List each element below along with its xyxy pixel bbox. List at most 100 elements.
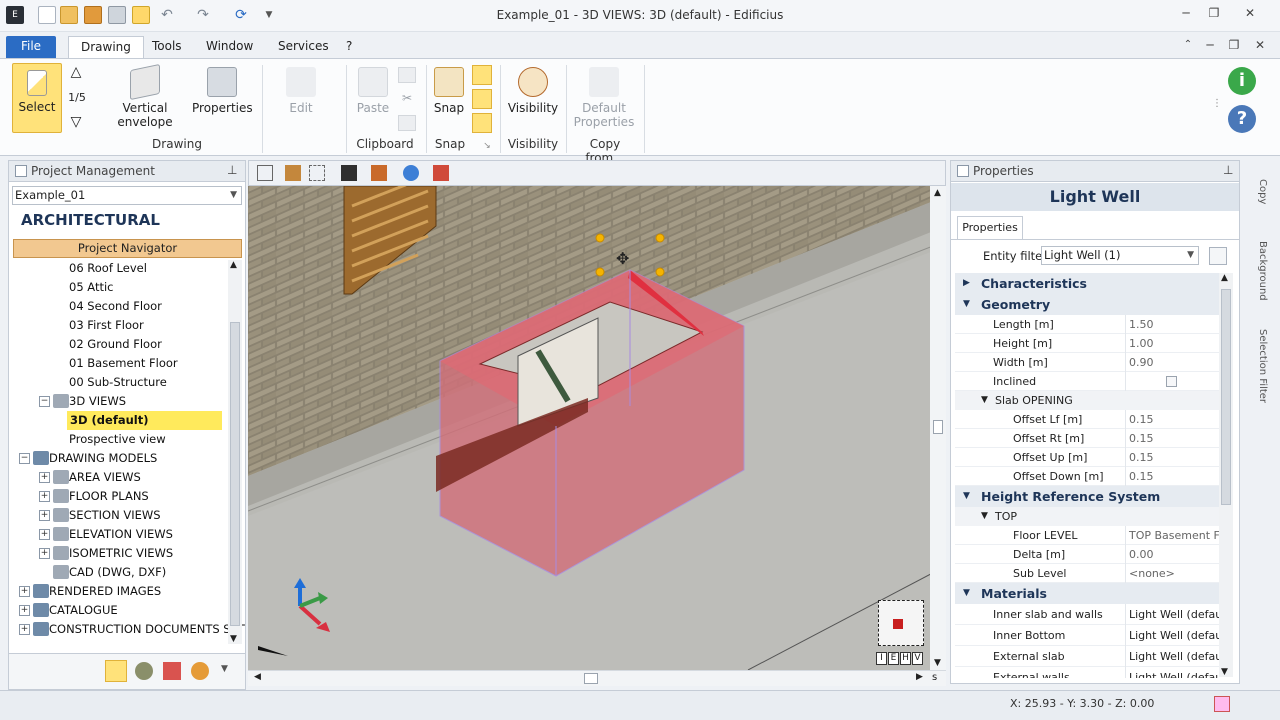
- expand-icon[interactable]: +: [19, 605, 30, 616]
- property-row[interactable]: Inner slab and walls Light Well (default): [955, 604, 1219, 625]
- snap-button[interactable]: Snap: [430, 67, 468, 115]
- section-icon[interactable]: [341, 165, 357, 181]
- scroll-down-icon[interactable]: ▼: [934, 658, 941, 668]
- snap-grid-icon[interactable]: [472, 65, 492, 85]
- property-value[interactable]: 0.15: [1125, 429, 1219, 448]
- filter-edit-icon[interactable]: [1209, 247, 1227, 265]
- resize-handle[interactable]: [655, 267, 665, 277]
- property-value[interactable]: 1.50: [1125, 315, 1219, 334]
- view-cube[interactable]: [878, 600, 924, 646]
- property-value[interactable]: 0.15: [1125, 467, 1219, 486]
- subsection-slab-opening[interactable]: ▼ Slab OPENING: [955, 391, 1219, 410]
- close-button[interactable]: ✕: [1236, 4, 1264, 22]
- property-row[interactable]: Delta [m] 0.00: [955, 545, 1219, 564]
- vertical-envelope-button[interactable]: Vertical envelope: [108, 63, 182, 129]
- project-select[interactable]: Example_01 ▼: [12, 186, 242, 205]
- property-row[interactable]: Inner Bottom Light Well (default): [955, 625, 1219, 646]
- snap-line-icon[interactable]: [472, 89, 492, 109]
- property-value[interactable]: 1.00: [1125, 334, 1219, 353]
- property-row[interactable]: Offset Down [m] 0.15: [955, 467, 1219, 486]
- tab-services[interactable]: Services: [266, 36, 341, 58]
- scroll-right-icon[interactable]: ▶: [916, 672, 923, 682]
- property-row[interactable]: External slab Light Well (default): [955, 646, 1219, 667]
- section-height-reference[interactable]: ▼ Height Reference System: [955, 486, 1219, 507]
- inclined-checkbox[interactable]: [1166, 376, 1177, 387]
- section-materials[interactable]: ▼ Materials: [955, 583, 1219, 604]
- template-icon[interactable]: [163, 662, 181, 680]
- expand-icon[interactable]: +: [39, 529, 50, 540]
- section-geometry[interactable]: ▼ Geometry: [955, 294, 1219, 315]
- property-value[interactable]: <none>: [1125, 564, 1219, 583]
- property-row[interactable]: Width [m] 0.90: [955, 353, 1219, 372]
- scroll-thumb[interactable]: [584, 673, 598, 684]
- subsection-top[interactable]: ▼ TOP: [955, 507, 1219, 526]
- doc-close-icon[interactable]: ✕: [1246, 36, 1274, 54]
- property-value[interactable]: Light Well (default): [1125, 646, 1219, 667]
- snap-mesh-icon[interactable]: [472, 113, 492, 133]
- paste-button[interactable]: Paste: [352, 67, 394, 115]
- property-row[interactable]: Offset Lf [m] 0.15: [955, 410, 1219, 429]
- property-value[interactable]: 0.00: [1125, 545, 1219, 564]
- property-value[interactable]: 0.90: [1125, 353, 1219, 372]
- project-navigator-bar[interactable]: Project Navigator: [13, 239, 242, 258]
- property-row[interactable]: Sub Level <none>: [955, 564, 1219, 583]
- expand-icon[interactable]: +: [19, 586, 30, 597]
- collapse-icon[interactable]: −: [19, 453, 30, 464]
- paint-icon[interactable]: [433, 165, 449, 181]
- pm-menu-icon[interactable]: ▼: [221, 664, 228, 674]
- properties-button[interactable]: Properties: [192, 67, 253, 115]
- view-button-i[interactable]: I: [876, 652, 887, 665]
- clipboard-launcher-icon[interactable]: ↘: [482, 139, 492, 153]
- property-row[interactable]: Inclined: [955, 372, 1219, 391]
- doc-restore-icon[interactable]: ❐: [1220, 36, 1248, 54]
- property-row[interactable]: External walls Light Well (default): [955, 667, 1219, 678]
- resize-handle[interactable]: [595, 267, 605, 277]
- viewport-hscroll[interactable]: ◀ ▶ s: [248, 670, 946, 686]
- tree-scrollbar[interactable]: ▲ ▼: [228, 260, 242, 644]
- visibility-button[interactable]: Visibility: [506, 67, 560, 115]
- scroll-up-icon[interactable]: ▲: [1221, 273, 1228, 283]
- tab-window[interactable]: Window: [194, 36, 265, 58]
- property-value[interactable]: Light Well (default): [1125, 625, 1219, 646]
- pin-icon[interactable]: ⊥: [1223, 163, 1233, 177]
- scroll-thumb[interactable]: [1221, 289, 1231, 505]
- help-icon[interactable]: ?: [1228, 105, 1256, 133]
- property-value[interactable]: 0.15: [1125, 410, 1219, 429]
- resize-handle[interactable]: [595, 233, 605, 243]
- copy-icon[interactable]: [398, 67, 416, 83]
- split-marker[interactable]: s: [932, 672, 937, 683]
- view-button-e[interactable]: E: [888, 652, 899, 665]
- expand-icon[interactable]: +: [39, 548, 50, 559]
- property-row[interactable]: Floor LEVEL TOP Basement Floo: [955, 526, 1219, 545]
- side-tab-copy[interactable]: Copy: [1246, 166, 1268, 218]
- tab-drawing[interactable]: Drawing: [68, 36, 144, 58]
- side-tab-selection-filter[interactable]: Selection Filter: [1246, 320, 1268, 412]
- texture-icon[interactable]: [285, 165, 301, 181]
- project-icon[interactable]: [105, 660, 127, 682]
- property-value[interactable]: Light Well (default): [1125, 667, 1219, 678]
- scroll-up-icon[interactable]: ▲: [934, 188, 941, 198]
- file-menu[interactable]: File: [6, 36, 56, 58]
- property-value[interactable]: TOP Basement Floo: [1125, 526, 1219, 545]
- inclined-checkbox-cell[interactable]: [1125, 372, 1219, 391]
- property-row[interactable]: Length [m] 1.50: [955, 315, 1219, 334]
- plugin-icon[interactable]: [191, 662, 209, 680]
- more-icon[interactable]: ⋮: [1212, 97, 1222, 111]
- cut-icon[interactable]: ✂: [398, 91, 416, 107]
- expand-icon[interactable]: +: [39, 491, 50, 502]
- minimize-button[interactable]: ─: [1172, 4, 1200, 22]
- view-button-v[interactable]: V: [912, 652, 923, 665]
- tab-properties[interactable]: Properties: [957, 216, 1023, 240]
- maximize-button[interactable]: ❐: [1200, 4, 1228, 22]
- property-row[interactable]: Offset Rt [m] 0.15: [955, 429, 1219, 448]
- default-properties-button[interactable]: Default Properties: [570, 67, 638, 129]
- entity-filter-select[interactable]: Light Well (1) ▼: [1041, 246, 1199, 265]
- level-down-icon[interactable]: ▽: [66, 115, 86, 129]
- status-settings-icon[interactable]: [1214, 696, 1230, 712]
- side-tab-background[interactable]: Background: [1246, 232, 1268, 310]
- scroll-thumb[interactable]: [230, 322, 240, 626]
- level-up-icon[interactable]: △: [66, 65, 86, 79]
- properties-scrollbar[interactable]: ▲ ▼: [1219, 273, 1233, 677]
- scroll-left-icon[interactable]: ◀: [254, 672, 261, 682]
- tab-help[interactable]: ?: [334, 36, 364, 58]
